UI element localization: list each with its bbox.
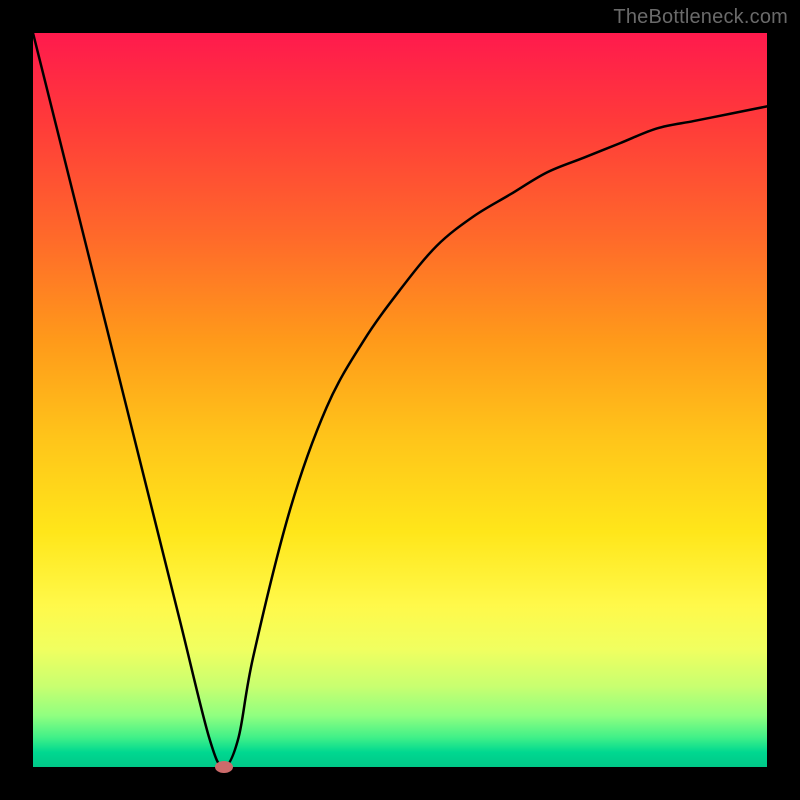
- plot-area: [33, 33, 767, 767]
- bottleneck-curve: [33, 33, 767, 767]
- chart-frame: TheBottleneck.com: [0, 0, 800, 800]
- watermark-text: TheBottleneck.com: [613, 6, 788, 29]
- minimum-marker: [215, 761, 233, 773]
